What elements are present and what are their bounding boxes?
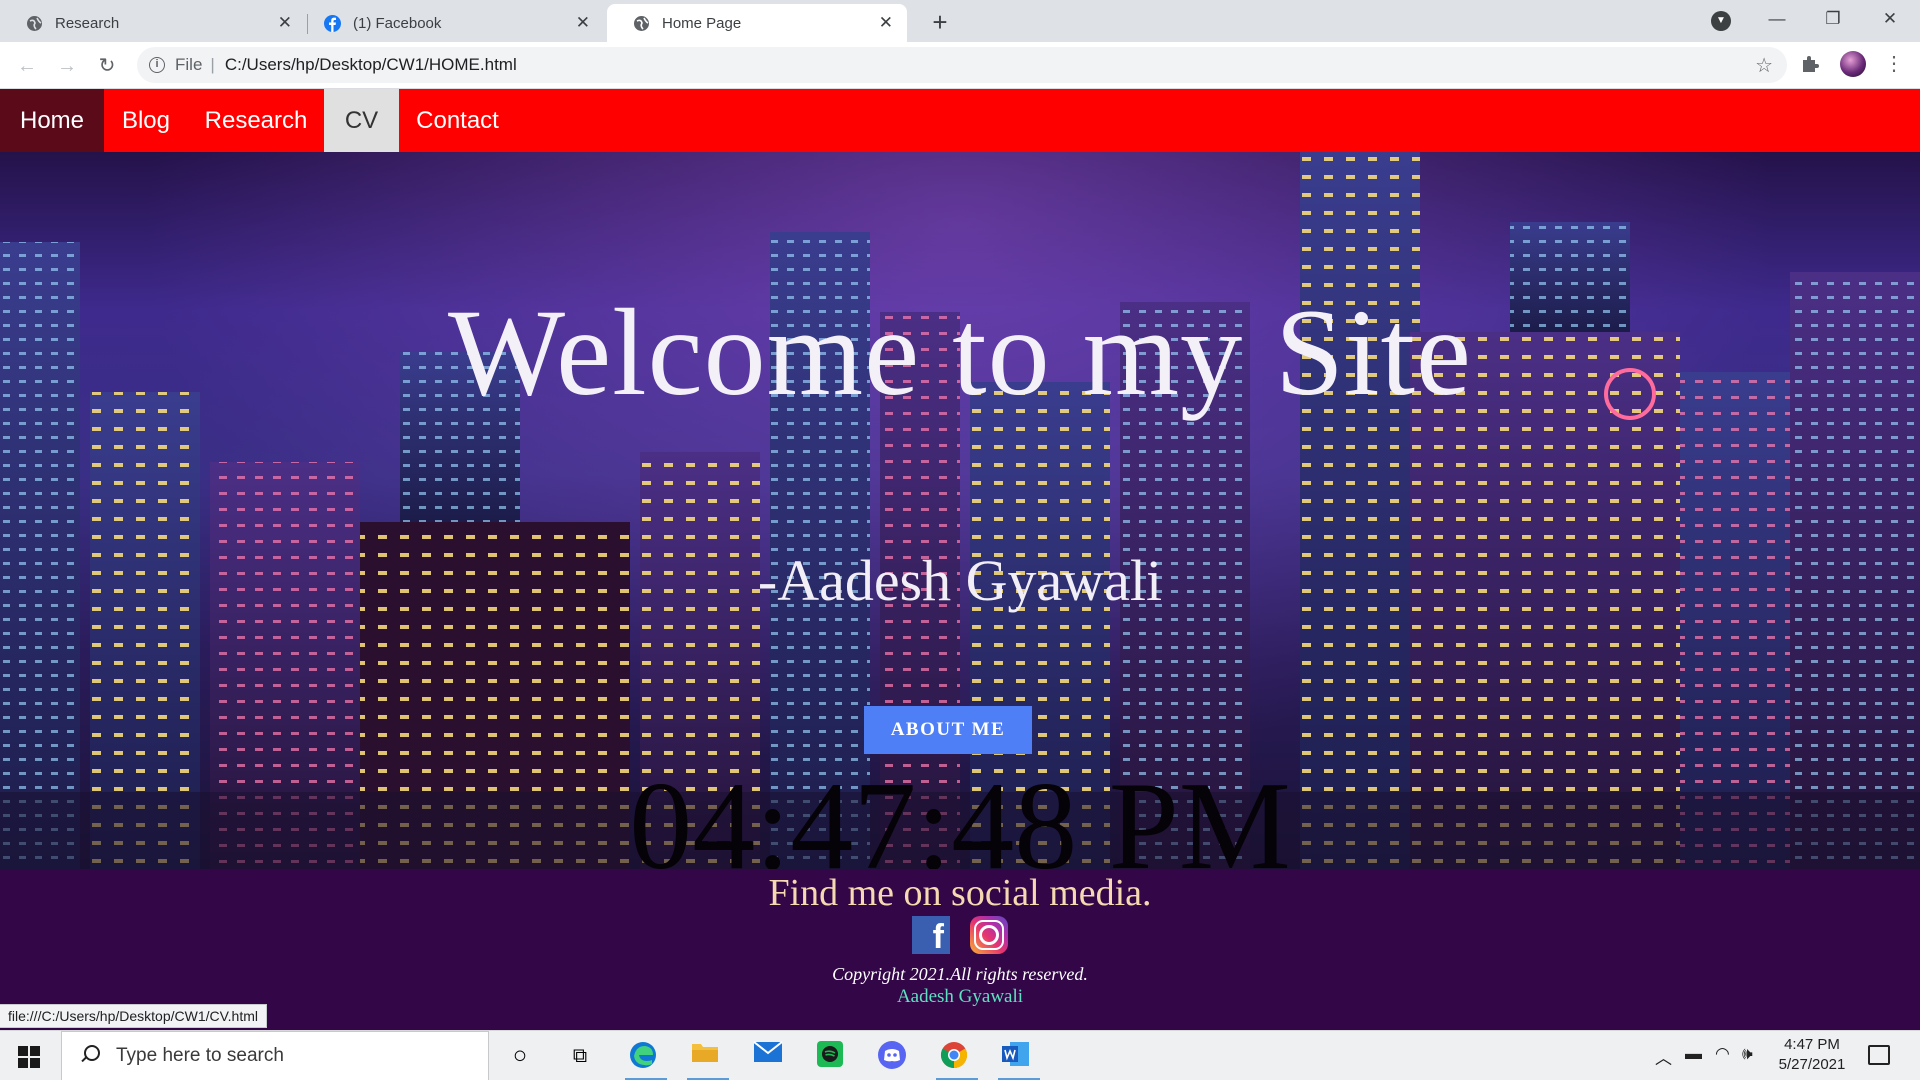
volume-icon[interactable]: 🕪 (1742, 1044, 1753, 1064)
edge-icon[interactable] (626, 1040, 660, 1072)
wifi-icon[interactable]: ◠ (1715, 1044, 1730, 1064)
close-window-button[interactable]: ✕ (1862, 0, 1918, 42)
taskbar-date: 5/27/2021 (1778, 1056, 1846, 1073)
facebook-icon (324, 14, 341, 32)
forward-button[interactable]: → (52, 51, 82, 81)
notification-icon[interactable] (1868, 1045, 1890, 1065)
back-button[interactable]: ← (12, 51, 42, 81)
spotify-icon[interactable] (813, 1040, 847, 1072)
taskbar-search-box[interactable]: Type here to search (61, 1031, 489, 1080)
taskbar-clock[interactable]: 4:47 PM 5/27/2021 (1770, 1035, 1854, 1075)
url-scheme: File (175, 55, 203, 74)
address-bar[interactable]: i File | C:/Users/hp/Desktop/CW1/HOME.ht… (137, 47, 1787, 83)
file-explorer-icon[interactable] (688, 1040, 722, 1072)
divider: | (210, 55, 215, 74)
about-me-button[interactable]: ABOUT ME (864, 706, 1032, 754)
search-icon (78, 1045, 100, 1067)
copyright-text: Copyright 2021.All rights reserved. (832, 964, 1088, 984)
minimize-button[interactable]: — (1749, 0, 1805, 42)
nav-cv-link[interactable]: CV (324, 89, 399, 152)
task-view-icon[interactable]: ⧉ (563, 1040, 597, 1072)
mail-icon[interactable] (751, 1040, 785, 1072)
taskbar-time: 4:47 PM (1784, 1036, 1840, 1053)
restore-button[interactable]: ❐ (1805, 0, 1861, 42)
digital-clock: 04:47:48 PM (629, 757, 1291, 869)
reload-button[interactable]: ↻ (92, 51, 122, 81)
nav-contact-link[interactable]: Contact (399, 89, 516, 152)
facebook-icon[interactable]: f (912, 916, 950, 956)
globe-icon (26, 15, 43, 32)
nav-blog-link[interactable]: Blog (104, 89, 188, 152)
tab-title: Home Page (662, 14, 742, 32)
close-icon[interactable]: ✕ (879, 13, 893, 33)
profile-avatar[interactable] (1840, 51, 1866, 77)
discord-icon[interactable] (875, 1040, 909, 1072)
tab-title: (1) Facebook (353, 14, 442, 32)
word-icon[interactable] (999, 1040, 1033, 1072)
instagram-icon[interactable] (970, 916, 1008, 954)
tab-research[interactable]: Research ✕ (0, 4, 306, 42)
search-placeholder: Type here to search (116, 1045, 284, 1066)
site-navbar: Home Blog Research CV Contact (0, 89, 1920, 152)
tab-home-page[interactable]: Home Page ✕ (607, 4, 907, 42)
windows-taskbar: Type here to search ○ ⧉ ︿ ▬ ◠ 🕪 4:47 PM … (0, 1030, 1920, 1080)
close-icon[interactable]: ✕ (278, 13, 292, 33)
browser-toolbar: ← → ↻ i File | C:/Users/hp/Desktop/CW1/H… (0, 42, 1920, 89)
chrome-icon[interactable] (937, 1040, 971, 1072)
hero-section: Welcome to my Site -Aadesh Gyawali ABOUT… (0, 152, 1920, 869)
tab-facebook[interactable]: (1) Facebook ✕ (298, 4, 604, 42)
battery-icon[interactable]: ▬ (1685, 1044, 1702, 1064)
info-icon[interactable]: i (149, 57, 165, 73)
close-icon[interactable]: ✕ (576, 13, 590, 33)
bookmark-star-icon[interactable]: ☆ (1755, 53, 1773, 78)
new-tab-button[interactable]: + (925, 8, 955, 38)
extensions-puzzle-icon[interactable] (1800, 54, 1820, 80)
chevron-up-icon[interactable]: ︿ (1655, 1044, 1672, 1069)
tab-title: Research (55, 14, 120, 32)
link-status-bar: file:///C:/Users/hp/Desktop/CW1/CV.html (0, 1004, 268, 1028)
footer-author-name: Aadesh Gyawali (896, 986, 1024, 1007)
tab-strip: Research ✕ (1) Facebook ✕ Home Page ✕ + … (0, 0, 1920, 42)
url-text: C:/Users/hp/Desktop/CW1/HOME.html (224, 55, 517, 74)
site-footer: Find me on social media. f Copyright 202… (0, 869, 1920, 1030)
tab-search-icon[interactable]: ▼ (1711, 11, 1731, 31)
windows-start-icon[interactable] (18, 1046, 40, 1068)
nav-research-link[interactable]: Research (188, 89, 324, 152)
hero-title: Welcome to my Site (448, 284, 1472, 421)
hero-author: -Aadesh Gyawali (757, 548, 1163, 613)
globe-icon (633, 15, 650, 32)
social-heading: Find me on social media. (768, 872, 1152, 914)
cortana-icon[interactable]: ○ (503, 1040, 537, 1072)
menu-kebab-icon[interactable]: ⋮ (1884, 52, 1904, 76)
nav-home-link[interactable]: Home (0, 89, 104, 152)
